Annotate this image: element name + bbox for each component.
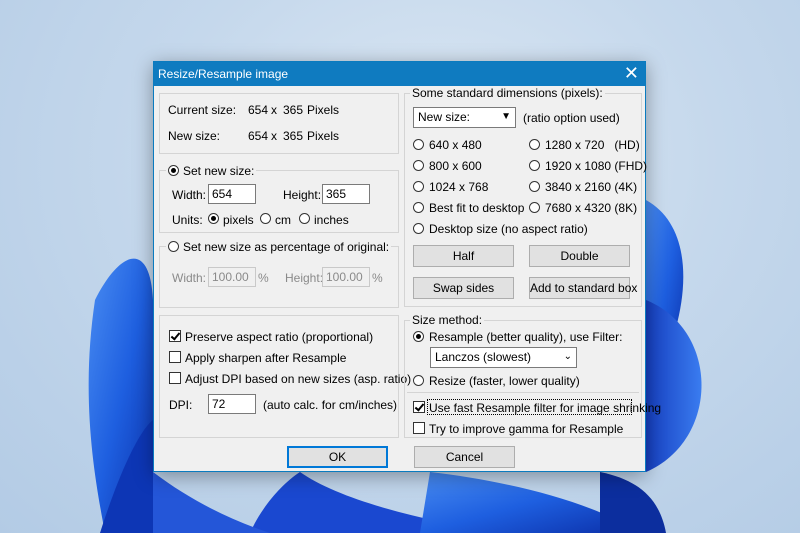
percent-width-unit: %: [258, 271, 269, 285]
res-7680-label[interactable]: 7680 x 4320 (8K): [545, 201, 637, 215]
dpi-label: DPI:: [169, 398, 193, 412]
size-method-title: Size method:: [410, 313, 485, 327]
swap-sides-button[interactable]: Swap sides: [413, 277, 514, 299]
current-size-label: Current size:: [168, 103, 237, 117]
res-1920-label[interactable]: 1920 x 1080 (FHD): [545, 159, 647, 173]
gamma-checkbox[interactable]: [413, 422, 425, 434]
width-label: Width:: [172, 188, 207, 202]
unit-pixels-radio[interactable]: [208, 213, 219, 224]
res-3840-label[interactable]: 3840 x 2160 (4K): [545, 180, 637, 194]
new-height-value: 365: [283, 129, 304, 143]
percent-height-unit: %: [372, 271, 383, 285]
close-icon[interactable]: ✕: [624, 63, 639, 83]
set-new-size-label: Set new size:: [183, 164, 255, 178]
cancel-button[interactable]: Cancel: [414, 446, 515, 468]
new-x-separator: x: [271, 129, 277, 143]
dialog-title: Resize/Resample image: [158, 67, 289, 81]
height-label: Height:: [283, 188, 322, 202]
res-640-label[interactable]: 640 x 480: [429, 138, 482, 152]
current-unit: Pixels: [307, 103, 340, 117]
res-1920-radio[interactable]: [529, 160, 540, 171]
best-fit-radio[interactable]: [413, 202, 424, 213]
method-separator: [407, 392, 639, 393]
add-to-standard-box-button[interactable]: Add to standard box: [529, 277, 637, 299]
percent-height-input[interactable]: 100.00: [322, 267, 370, 287]
percentage-label: Set new size as percentage of original:: [183, 240, 390, 254]
res-800-radio[interactable]: [413, 160, 424, 171]
percentage-option[interactable]: Set new size as percentage of original:: [166, 240, 392, 254]
percentage-radio[interactable]: [168, 241, 179, 252]
unit-pixels-label[interactable]: pixels: [223, 213, 254, 227]
res-640-radio[interactable]: [413, 139, 424, 150]
preserve-aspect-label[interactable]: Preserve aspect ratio (proportional): [185, 330, 373, 344]
new-size-label: New size:: [168, 129, 221, 143]
set-new-size-option[interactable]: Set new size:: [166, 164, 257, 178]
apply-sharpen-label[interactable]: Apply sharpen after Resample: [185, 351, 346, 365]
resize-radio[interactable]: [413, 375, 424, 386]
standard-size-select-value: New size:: [418, 110, 471, 124]
ok-button[interactable]: OK: [287, 446, 388, 468]
filter-select[interactable]: Lanczos (slowest) ⌄: [430, 347, 577, 368]
adjust-dpi-label[interactable]: Adjust DPI based on new sizes (asp. rati…: [185, 372, 411, 386]
percent-height-label: Height:: [285, 271, 324, 285]
dialog-titlebar[interactable]: Resize/Resample image ✕: [154, 62, 645, 86]
standard-dimensions-title: Some standard dimensions (pixels):: [410, 86, 605, 100]
set-new-size-radio[interactable]: [168, 165, 179, 176]
standard-size-select[interactable]: New size: ▼: [413, 107, 516, 128]
percent-width-label: Width:: [172, 271, 207, 285]
desktop-size-label[interactable]: Desktop size (no aspect ratio): [429, 222, 588, 236]
half-button[interactable]: Half: [413, 245, 514, 267]
dpi-input[interactable]: 72: [208, 394, 256, 414]
chevron-down-icon: ⌄: [563, 351, 572, 362]
filter-select-value: Lanczos (slowest): [435, 350, 532, 364]
new-unit: Pixels: [307, 129, 340, 143]
fast-resample-label[interactable]: Use fast Resample filter for image shrin…: [429, 401, 661, 415]
res-1024-label[interactable]: 1024 x 768: [429, 180, 488, 194]
new-width-value: 654: [248, 129, 269, 143]
gamma-label[interactable]: Try to improve gamma for Resample: [429, 422, 623, 436]
ratio-note: (ratio option used): [523, 111, 620, 125]
units-label: Units:: [172, 213, 203, 227]
unit-cm-radio[interactable]: [260, 213, 271, 224]
resample-label[interactable]: Resample (better quality), use Filter:: [429, 330, 622, 344]
current-width-value: 654: [248, 103, 269, 117]
adjust-dpi-checkbox[interactable]: [169, 372, 181, 384]
res-1280-label[interactable]: 1280 x 720 (HD): [545, 138, 640, 152]
res-3840-radio[interactable]: [529, 181, 540, 192]
unit-inches-label[interactable]: inches: [314, 213, 349, 227]
resize-dialog: Resize/Resample image ✕ Current size: 65…: [153, 61, 661, 472]
resize-label[interactable]: Resize (faster, lower quality): [429, 374, 580, 388]
res-7680-radio[interactable]: [529, 202, 540, 213]
unit-inches-radio[interactable]: [299, 213, 310, 224]
res-800-label[interactable]: 800 x 600: [429, 159, 482, 173]
resample-radio[interactable]: [413, 331, 424, 342]
fast-resample-checkbox[interactable]: [413, 401, 425, 413]
current-height-value: 365: [283, 103, 304, 117]
desktop-size-radio[interactable]: [413, 223, 424, 234]
best-fit-label[interactable]: Best fit to desktop: [429, 201, 524, 215]
res-1280-radio[interactable]: [529, 139, 540, 150]
unit-cm-label[interactable]: cm: [275, 213, 291, 227]
height-input[interactable]: 365: [322, 184, 370, 204]
apply-sharpen-checkbox[interactable]: [169, 351, 181, 363]
preserve-aspect-checkbox[interactable]: [169, 330, 181, 342]
percent-width-input[interactable]: 100.00: [208, 267, 256, 287]
current-x-separator: x: [271, 103, 277, 117]
double-button[interactable]: Double: [529, 245, 630, 267]
chevron-down-icon: ▼: [501, 111, 511, 122]
dpi-note: (auto calc. for cm/inches): [263, 398, 398, 412]
res-1024-radio[interactable]: [413, 181, 424, 192]
width-input[interactable]: 654: [208, 184, 256, 204]
